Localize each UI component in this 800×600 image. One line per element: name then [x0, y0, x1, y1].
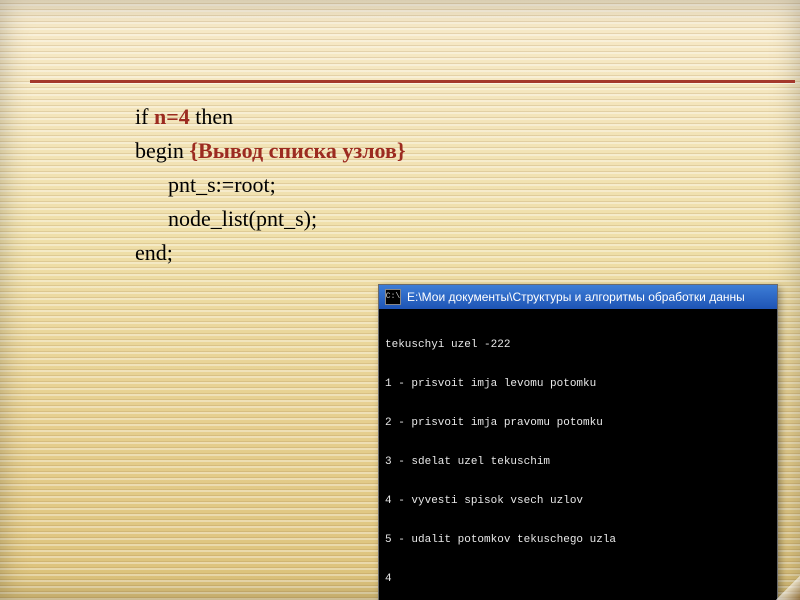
- page-corner-fold: [776, 576, 800, 600]
- code-text: then: [190, 104, 233, 129]
- header-rule: [30, 80, 795, 83]
- code-line-1: if n=4 then: [135, 100, 760, 134]
- code-line-3: pnt_s:=root;: [135, 168, 760, 202]
- code-keyword-n4: n=4: [154, 104, 190, 129]
- console-line: 2 - prisvoit imja pravomu potomku: [385, 417, 771, 430]
- cmd-icon-text: C:\: [386, 293, 400, 301]
- console-line: 1 - prisvoit imja levomu potomku: [385, 378, 771, 391]
- console-line: 5 - udalit potomkov tekuschego uzla: [385, 534, 771, 547]
- console-title: E:\Мои документы\Структуры и алгоритмы о…: [407, 290, 745, 304]
- console-line: 3 - sdelat uzel tekuschim: [385, 456, 771, 469]
- code-text: if: [135, 104, 154, 129]
- console-line: tekuschyi uzel -222: [385, 339, 771, 352]
- code-block: if n=4 then begin {Вывод списка узлов} p…: [135, 100, 760, 270]
- console-window: C:\ E:\Мои документы\Структуры и алгорит…: [378, 284, 778, 600]
- code-line-2: begin {Вывод списка узлов}: [135, 134, 760, 168]
- console-line: 4: [385, 573, 771, 586]
- console-body: tekuschyi uzel -222 1 - prisvoit imja le…: [379, 309, 777, 600]
- console-titlebar: C:\ E:\Мои документы\Структуры и алгорит…: [379, 285, 777, 309]
- console-line: 4 - vyvesti spisok vsech uzlov: [385, 495, 771, 508]
- code-line-5: end;: [135, 236, 760, 270]
- code-comment: {Вывод списка узлов}: [189, 138, 405, 163]
- cmd-icon: C:\: [385, 289, 401, 305]
- code-line-4: node_list(pnt_s);: [135, 202, 760, 236]
- slide: if n=4 then begin {Вывод списка узлов} p…: [0, 0, 800, 600]
- code-text: begin: [135, 138, 189, 163]
